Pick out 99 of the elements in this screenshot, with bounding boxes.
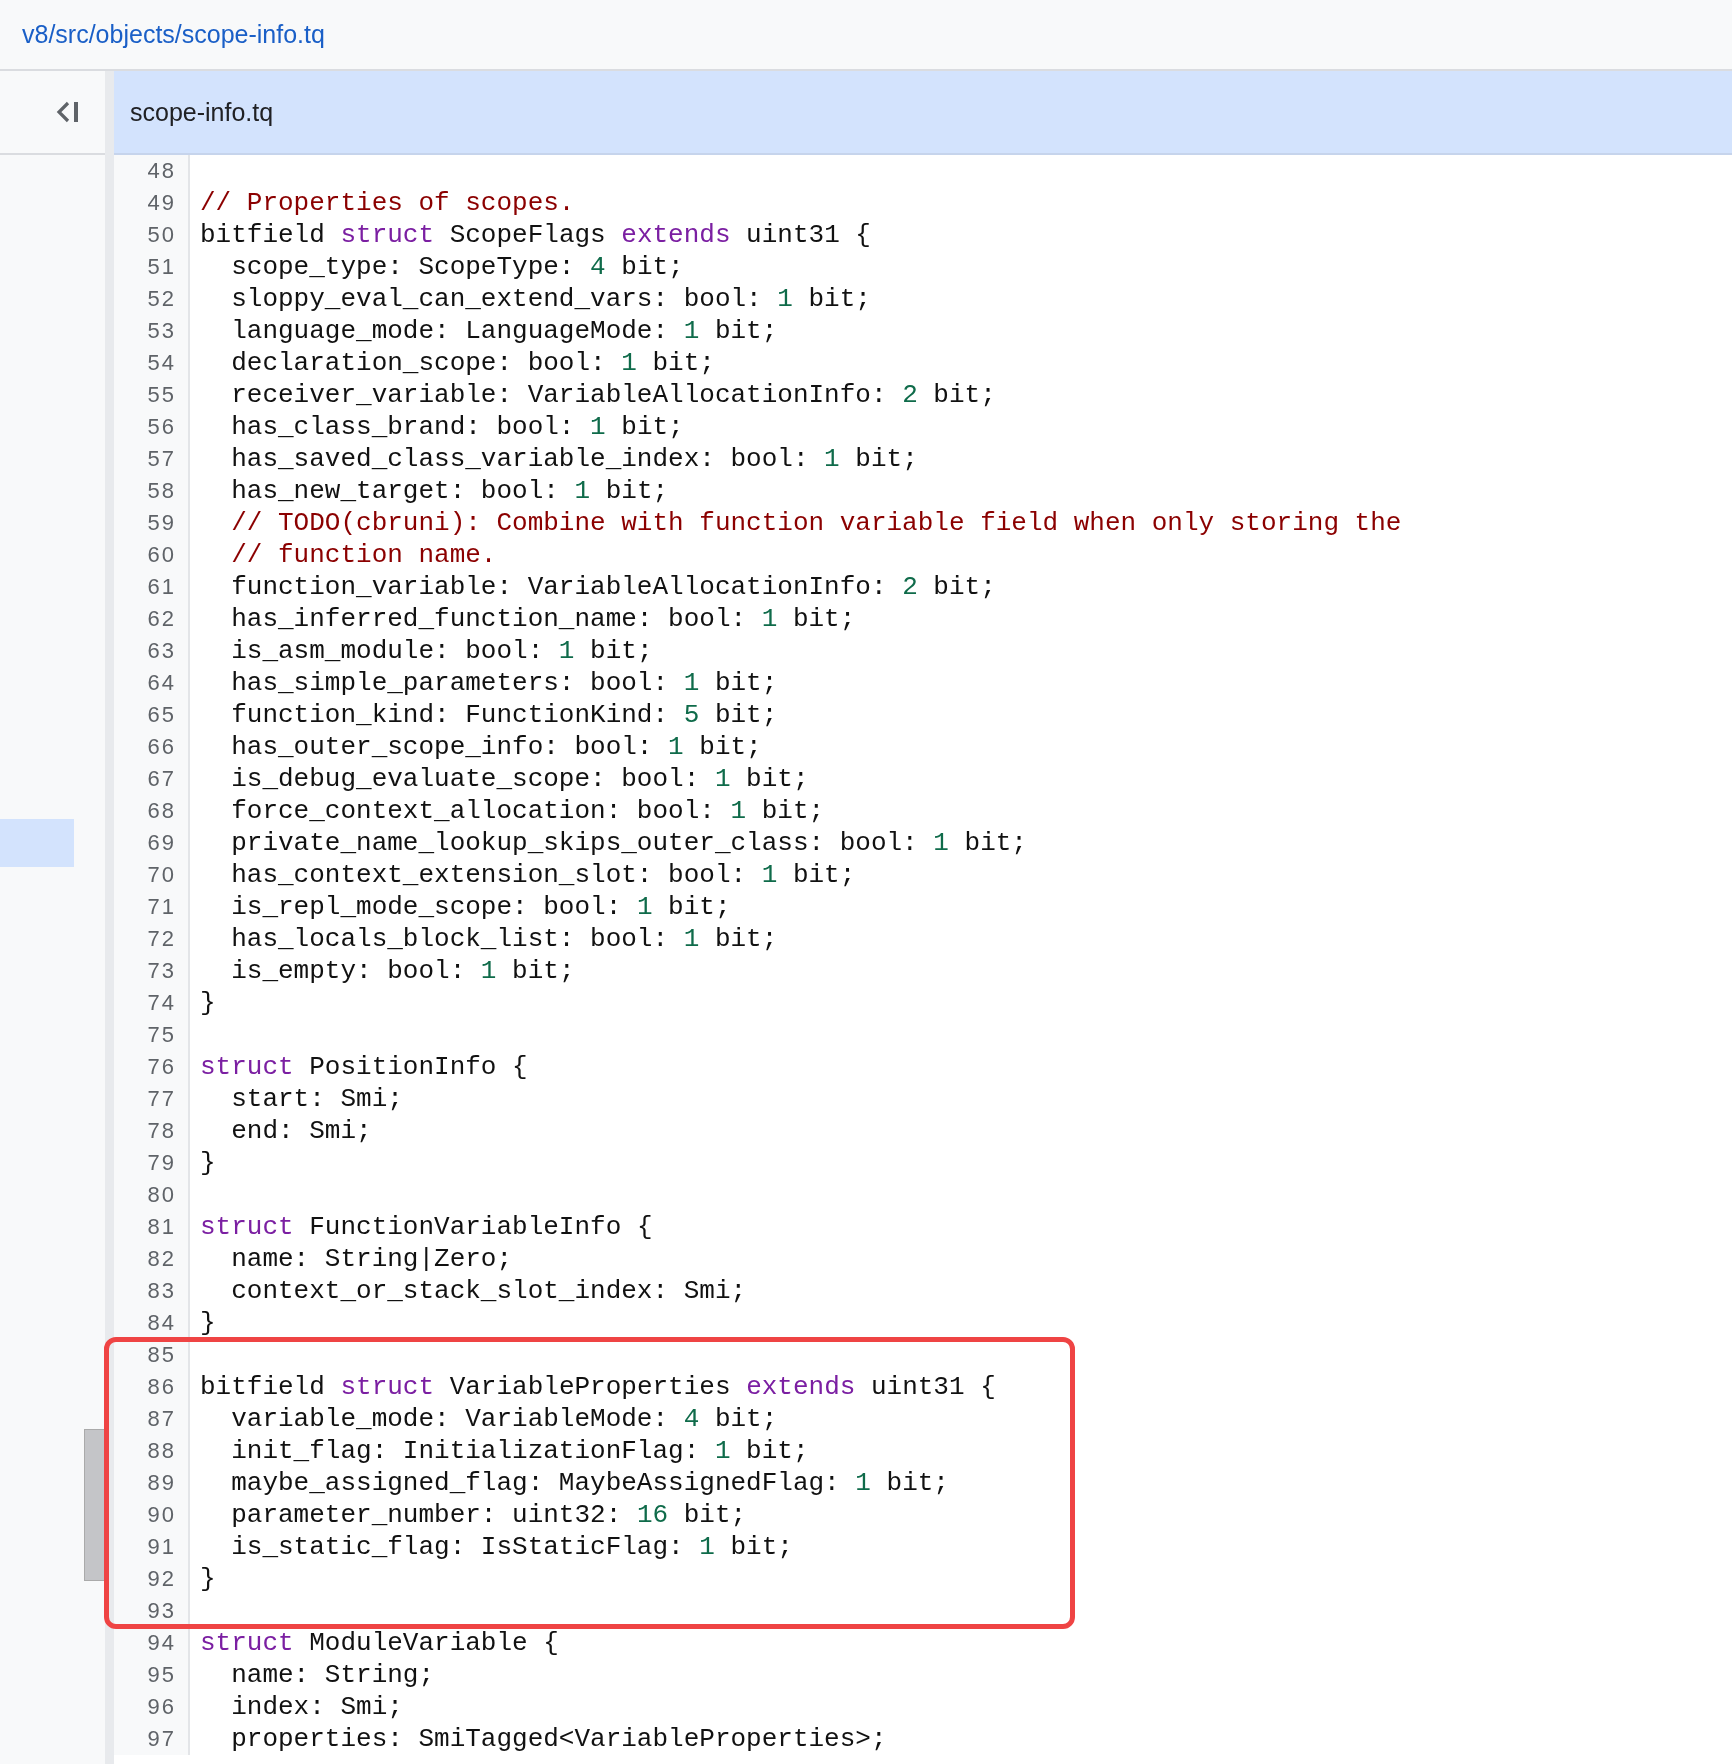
line-number: 66 xyxy=(114,731,190,763)
line-number: 70 xyxy=(114,859,190,891)
code-line: index: Smi; xyxy=(230,1691,403,1723)
code-line: name: String; xyxy=(230,1659,435,1691)
line-number: 71 xyxy=(114,891,190,923)
line-number: 72 xyxy=(114,923,190,955)
code-line: maybe_assigned_flag: MaybeAssignedFlag: 1 bit; xyxy=(230,1467,949,1499)
line-number: 81 xyxy=(114,1211,190,1243)
line-number: 67 xyxy=(114,763,190,795)
line-number: 83 xyxy=(114,1275,190,1307)
line-number: 74 xyxy=(114,987,190,1019)
code-line: has_outer_scope_info: bool: 1 bit; xyxy=(230,731,762,763)
code-line: // function name. xyxy=(230,539,497,571)
code-line: declaration_scope: bool: 1 bit; xyxy=(230,347,715,379)
line-number: 82 xyxy=(114,1243,190,1275)
line-number: 80 xyxy=(114,1179,190,1211)
code-line: } xyxy=(199,987,216,1019)
splitter-bar[interactable] xyxy=(105,71,114,1764)
line-number: 53 xyxy=(114,315,190,347)
code-line: context_or_stack_slot_index: Smi; xyxy=(230,1275,747,1307)
line-number: 60 xyxy=(114,539,190,571)
code-line: is_static_flag: IsStaticFlag: 1 bit; xyxy=(230,1531,793,1563)
code-line: end: Smi; xyxy=(230,1115,372,1147)
code-line: has_simple_parameters: bool: 1 bit; xyxy=(230,667,778,699)
code-line: variable_mode: VariableMode: 4 bit; xyxy=(230,1403,778,1435)
line-number: 76 xyxy=(114,1051,190,1083)
line-number: 78 xyxy=(114,1115,190,1147)
line-number: 52 xyxy=(114,283,190,315)
code-line: bitfield struct ScopeFlags extends uint31 { xyxy=(199,219,871,251)
code-line: } xyxy=(199,1147,216,1179)
code-line: name: String|Zero; xyxy=(230,1243,513,1275)
line-number: 54 xyxy=(114,347,190,379)
line-number: 75 xyxy=(114,1019,190,1051)
line-number: 93 xyxy=(114,1595,190,1627)
line-number: 57 xyxy=(114,443,190,475)
line-number: 88 xyxy=(114,1435,190,1467)
line-number: 84 xyxy=(114,1307,190,1339)
code-line: has_locals_block_list: bool: 1 bit; xyxy=(230,923,778,955)
code-line: sloppy_eval_can_extend_vars: bool: 1 bit; xyxy=(230,283,871,315)
code-line: scope_type: ScopeType: 4 bit; xyxy=(230,251,684,283)
line-number: 48 xyxy=(114,155,190,187)
code-line: // Properties of scopes. xyxy=(199,187,575,219)
line-number: 49 xyxy=(114,187,190,219)
line-number: 69 xyxy=(114,827,190,859)
code-line: force_context_allocation: bool: 1 bit; xyxy=(230,795,825,827)
code-line: is_asm_module: bool: 1 bit; xyxy=(230,635,653,667)
line-number: 61 xyxy=(114,571,190,603)
line-number: 68 xyxy=(114,795,190,827)
line-number: 86 xyxy=(114,1371,190,1403)
code-line: is_debug_evaluate_scope: bool: 1 bit; xyxy=(230,763,809,795)
code-line: language_mode: LanguageMode: 1 bit; xyxy=(230,315,778,347)
code-line: struct ModuleVariable { xyxy=(199,1627,559,1659)
code-line: is_repl_mode_scope: bool: 1 bit; xyxy=(230,891,731,923)
collapse-panel-icon[interactable] xyxy=(55,99,81,125)
line-number: 51 xyxy=(114,251,190,283)
code-line: has_new_target: bool: 1 bit; xyxy=(230,475,669,507)
line-number: 97 xyxy=(114,1723,190,1755)
line-number: 73 xyxy=(114,955,190,987)
code-line: function_variable: VariableAllocationInfo: 2 bit; xyxy=(230,571,996,603)
line-number: 65 xyxy=(114,699,190,731)
code-line: function_kind: FunctionKind: 5 bit; xyxy=(230,699,778,731)
code-line: has_context_extension_slot: bool: 1 bit; xyxy=(230,859,856,891)
code-line: } xyxy=(199,1307,216,1339)
code-line: has_saved_class_variable_index: bool: 1 bit; xyxy=(230,443,918,475)
code-line: has_class_brand: bool: 1 bit; xyxy=(230,411,684,443)
code-line: bitfield struct VariableProperties extends uint31 { xyxy=(199,1371,996,1403)
code-line: start: Smi; xyxy=(230,1083,403,1115)
code-line: private_name_lookup_skips_outer_class: bool: 1 bit; xyxy=(230,827,1027,859)
scrollbar-thumb[interactable] xyxy=(84,1429,105,1581)
line-number: 55 xyxy=(114,379,190,411)
code-line: parameter_number: uint32: 16 bit; xyxy=(230,1499,747,1531)
line-number: 62 xyxy=(114,603,190,635)
code-line: init_flag: InitializationFlag: 1 bit; xyxy=(230,1435,809,1467)
code-line: properties: SmiTagged<VariableProperties>; xyxy=(230,1723,887,1755)
line-number: 77 xyxy=(114,1083,190,1115)
file-title: scope-info.tq xyxy=(130,97,274,127)
line-number: 91 xyxy=(114,1531,190,1563)
line-number: 95 xyxy=(114,1659,190,1691)
code-line: receiver_variable: VariableAllocationInfo: 2 bit; xyxy=(230,379,996,411)
line-number: 63 xyxy=(114,635,190,667)
line-number: 87 xyxy=(114,1403,190,1435)
line-number: 56 xyxy=(114,411,190,443)
line-number: 79 xyxy=(114,1147,190,1179)
line-number: 89 xyxy=(114,1467,190,1499)
line-number: 92 xyxy=(114,1563,190,1595)
code-line: struct FunctionVariableInfo { xyxy=(199,1211,653,1243)
line-number: 50 xyxy=(114,219,190,251)
line-number: 94 xyxy=(114,1627,190,1659)
code-line: struct PositionInfo { xyxy=(199,1051,528,1083)
line-number: 59 xyxy=(114,507,190,539)
code-line: has_inferred_function_name: bool: 1 bit; xyxy=(230,603,856,635)
line-number: 58 xyxy=(114,475,190,507)
code-line: } xyxy=(199,1563,216,1595)
code-line: is_empty: bool: 1 bit; xyxy=(230,955,575,987)
line-number: 64 xyxy=(114,667,190,699)
file-path-link[interactable]: v8/src/objects/scope-info.tq xyxy=(22,20,325,49)
line-number: 96 xyxy=(114,1691,190,1723)
line-number: 90 xyxy=(114,1499,190,1531)
code-line: // TODO(cbruni): Combine with function variable field when only storing the xyxy=(230,507,1402,539)
